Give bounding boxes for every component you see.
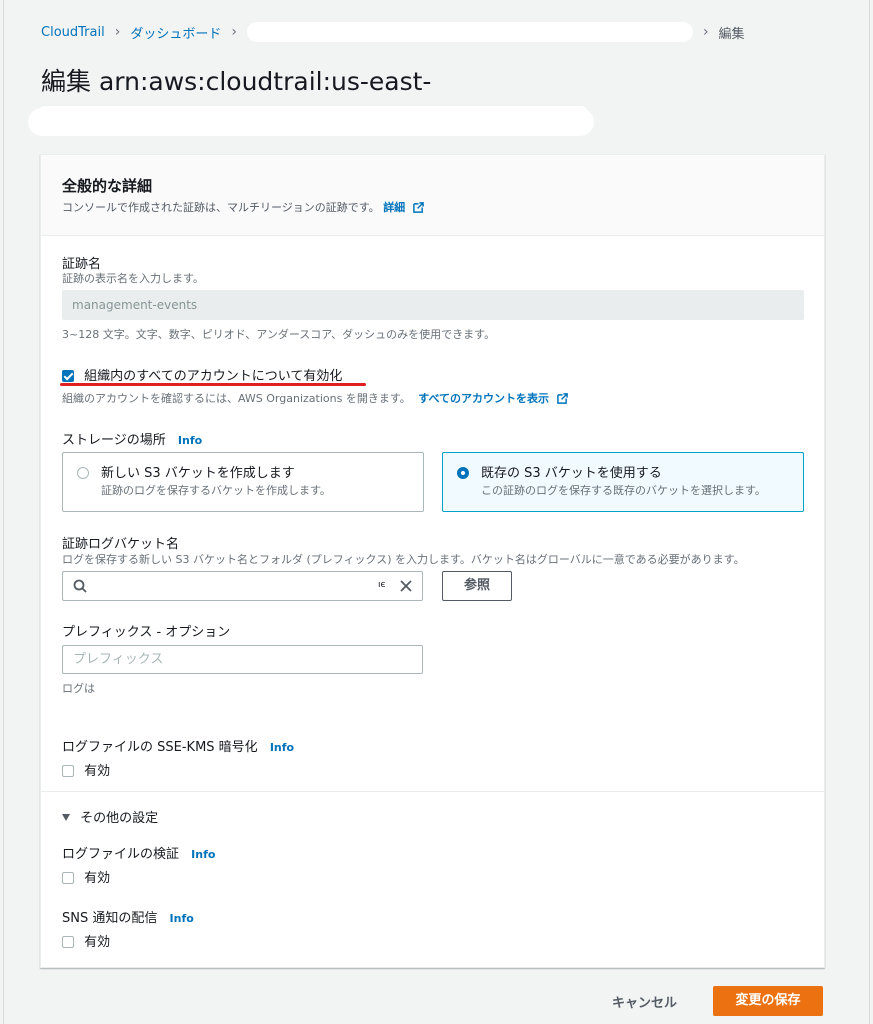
- red-underline-annotation: [60, 383, 366, 386]
- general-details-panel: 全般的な詳細 コンソールで作成された証跡は、マルチリージョンの証跡です。 詳細 …: [40, 154, 825, 968]
- radio-new-bucket[interactable]: [77, 467, 89, 479]
- sns-checkbox-label[interactable]: 有効: [84, 935, 110, 950]
- breadcrumb-dashboard[interactable]: ダッシュボード: [130, 23, 221, 42]
- prefix-label: プレフィックス - オプション: [62, 625, 231, 640]
- prefix-input[interactable]: プレフィックス: [62, 645, 423, 674]
- panel-title: 全般的な詳細: [62, 177, 153, 195]
- redacted-breadcrumb: [246, 22, 693, 42]
- close-icon[interactable]: [399, 579, 413, 593]
- sns-text: SNS 通知の配信: [62, 911, 158, 926]
- cancel-button[interactable]: キャンセル: [612, 992, 677, 1011]
- external-link-icon[interactable]: [556, 393, 568, 404]
- validation-info-link[interactable]: Info: [191, 848, 215, 861]
- sns-label: SNS 通知の配信 Info: [62, 907, 194, 926]
- breadcrumb: CloudTrail › ダッシュボード › › 編集: [41, 22, 745, 42]
- view-all-accounts-link[interactable]: すべてのアカウントを表示: [418, 392, 549, 405]
- sse-kms-info-link[interactable]: Info: [270, 741, 294, 754]
- external-link-icon[interactable]: [412, 202, 424, 213]
- storage-location-label: ストレージの場所 Info: [62, 429, 202, 448]
- details-link[interactable]: 詳細: [383, 201, 405, 214]
- org-enable-row[interactable]: 組織内のすべてのアカウントについて有効化: [62, 365, 342, 384]
- bucket-name-label: 証跡ログバケット名: [62, 537, 180, 552]
- save-button[interactable]: 変更の保存: [713, 986, 823, 1016]
- panel-header: 全般的な詳細 コンソールで作成された証跡は、マルチリージョンの証跡です。 詳細: [41, 155, 824, 236]
- tile-new-bucket-label: 新しい S3 バケットを作成します: [101, 466, 295, 481]
- radio-existing-bucket[interactable]: [457, 467, 469, 479]
- sse-kms-checkbox-label[interactable]: 有効: [84, 764, 110, 779]
- sse-kms-row[interactable]: 有効: [62, 760, 110, 779]
- bucket-name-hint: ログを保存する新しい S3 バケット名とフォルダ (プレフィックス) を入力しま…: [62, 553, 745, 566]
- validation-text: ログファイルの検証: [62, 847, 180, 862]
- trail-name-hint: 証跡の表示名を入力します。: [62, 272, 204, 285]
- bucket-search-input[interactable]: ıє: [62, 571, 423, 601]
- org-enable-label[interactable]: 組織内のすべてのアカウントについて有効化: [84, 369, 342, 384]
- panel-description: コンソールで作成された証跡は、マルチリージョンの証跡です。 詳細: [62, 199, 424, 215]
- page-title: 編集 arn:aws:cloudtrail:us-east-: [41, 67, 432, 96]
- storage-location-text: ストレージの場所: [62, 433, 166, 448]
- sns-info-link[interactable]: Info: [170, 912, 194, 925]
- org-enable-checkbox[interactable]: [62, 370, 74, 382]
- caret-down-icon: [62, 814, 70, 821]
- tile-existing-bucket-desc: この証跡のログを保存する既存のバケットを選択します。: [481, 484, 766, 497]
- breadcrumb-current: 編集: [718, 26, 745, 42]
- prefix-hint: ログは: [62, 682, 95, 695]
- tile-existing-bucket[interactable]: 既存の S3 バケットを使用する この証跡のログを保存する既存のバケットを選択し…: [442, 452, 804, 512]
- other-settings-label: その他の設定: [80, 811, 159, 826]
- org-hint-text: 組織のアカウントを確認するには、AWS Organizations を開きます。: [62, 392, 411, 405]
- trail-name-constraint: 3~128 文字。文字、数字、ピリオド、アンダースコア、ダッシュのみを使用できま…: [62, 328, 496, 341]
- sns-checkbox[interactable]: [62, 936, 74, 948]
- validation-checkbox-label[interactable]: 有効: [84, 871, 110, 886]
- chevron-right-icon: ›: [114, 24, 121, 40]
- sse-kms-label: ログファイルの SSE-KMS 暗号化 Info: [62, 736, 294, 755]
- sse-kms-text: ログファイルの SSE-KMS 暗号化: [62, 740, 258, 755]
- storage-info-link[interactable]: Info: [178, 434, 202, 447]
- other-settings-toggle[interactable]: その他の設定: [62, 807, 158, 826]
- tile-new-bucket-desc: 証跡のログを保存するバケットを作成します。: [101, 484, 331, 497]
- bucket-value-truncated: ıє: [378, 580, 386, 590]
- panel-description-text: コンソールで作成された証跡は、マルチリージョンの証跡です。: [62, 201, 380, 214]
- left-border: [3, 0, 4, 1024]
- divider: [41, 791, 824, 792]
- validation-label: ログファイルの検証 Info: [62, 843, 215, 862]
- redacted-title-top: [38, 106, 588, 120]
- right-border: [869, 0, 870, 1024]
- validation-row[interactable]: 有効: [62, 867, 110, 886]
- tile-existing-bucket-label: 既存の S3 バケットを使用する: [481, 466, 662, 481]
- browse-button[interactable]: 参照: [442, 571, 512, 601]
- chevron-right-icon: ›: [231, 24, 237, 40]
- breadcrumb-cloudtrail[interactable]: CloudTrail: [41, 25, 105, 40]
- search-icon: [73, 579, 87, 593]
- chevron-right-icon: ›: [702, 24, 709, 40]
- sse-kms-checkbox[interactable]: [62, 765, 74, 777]
- sns-row[interactable]: 有効: [62, 931, 110, 950]
- validation-checkbox[interactable]: [62, 872, 74, 884]
- org-hint: 組織のアカウントを確認するには、AWS Organizations を開きます。…: [62, 390, 568, 406]
- tile-new-bucket[interactable]: 新しい S3 バケットを作成します 証跡のログを保存するバケットを作成します。: [62, 452, 424, 512]
- trail-name-input[interactable]: management-events: [62, 290, 804, 320]
